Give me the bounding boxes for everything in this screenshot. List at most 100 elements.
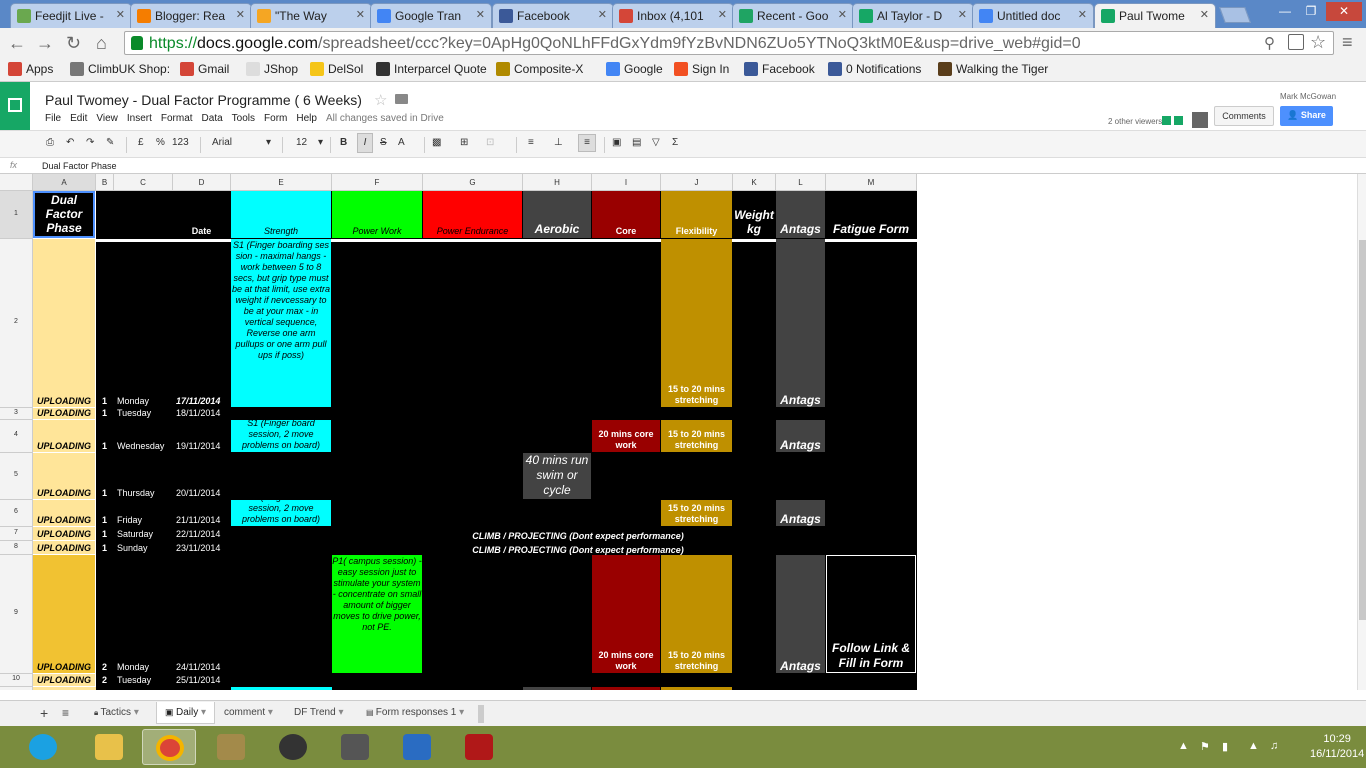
partial-cell[interactable] — [231, 687, 332, 690]
day-cell[interactable]: Saturday — [114, 527, 172, 540]
date-cell[interactable]: 22/11/2014 — [173, 527, 230, 540]
redo-icon[interactable]: ↷ — [86, 137, 94, 148]
row-header[interactable]: 3 — [0, 408, 33, 420]
header-cell-aerobic[interactable]: Aerobic — [523, 191, 591, 238]
menu-item[interactable]: Edit — [70, 113, 87, 124]
font-select[interactable]: Arial — [212, 137, 232, 148]
power-cell[interactable]: P1( campus session) - easy session just … — [332, 555, 422, 673]
folder-icon[interactable] — [395, 94, 408, 104]
row-header[interactable]: 4 — [0, 420, 33, 453]
day-cell[interactable]: Thursday — [114, 453, 172, 499]
phase-cell[interactable]: UPLOADING — [33, 420, 95, 452]
vertical-scrollbar[interactable] — [1357, 174, 1366, 690]
day-cell[interactable]: Friday — [114, 500, 172, 526]
bold-button[interactable]: B — [340, 137, 347, 148]
extension-icon[interactable] — [1288, 34, 1304, 50]
reload-icon[interactable]: ↻ — [66, 33, 81, 54]
antags-cell[interactable]: Antags — [776, 239, 825, 407]
column-header[interactable]: D — [173, 174, 231, 191]
close-tab-icon[interactable]: ✕ — [476, 8, 485, 21]
phase-cell[interactable]: UPLOADING — [33, 674, 95, 686]
phase-cell[interactable]: UPLOADING — [33, 555, 95, 673]
app-icon[interactable] — [204, 729, 258, 765]
browser-tab[interactable]: Recent - Goo ✕ — [732, 3, 854, 28]
row-header[interactable]: 2 — [0, 239, 33, 408]
text-color-button[interactable]: A — [398, 137, 405, 148]
close-tab-icon[interactable]: ✕ — [356, 8, 365, 21]
italic-button[interactable]: I — [357, 133, 373, 153]
column-header[interactable]: G — [423, 174, 523, 191]
volume-icon[interactable]: ♫ — [1270, 740, 1278, 752]
vertical-align-icon[interactable]: ⊥ — [554, 137, 563, 148]
battery-icon[interactable]: ▮ — [1222, 740, 1228, 753]
flag-icon[interactable]: ⚑ — [1200, 740, 1210, 753]
fill-color-icon[interactable]: ▩ — [432, 137, 441, 148]
menu-item[interactable]: Format — [161, 113, 193, 124]
back-icon[interactable]: ← — [8, 33, 26, 54]
core-cell[interactable]: 20 mins core work — [592, 420, 660, 452]
flexibility-cell[interactable]: 15 to 20 mins stretching — [661, 500, 732, 526]
column-header[interactable]: M — [826, 174, 917, 191]
column-header[interactable]: I — [592, 174, 661, 191]
row-header[interactable]: 1 — [0, 191, 33, 239]
menu-item[interactable]: Insert — [127, 113, 152, 124]
date-cell[interactable]: 23/11/2014 — [173, 541, 230, 554]
add-sheet-button[interactable]: + — [32, 700, 56, 722]
close-tab-icon[interactable]: ✕ — [1200, 8, 1209, 21]
show-hidden-icons-icon[interactable]: ▲ — [1178, 740, 1189, 752]
align-left-icon[interactable]: ≡ — [528, 137, 534, 148]
row-header[interactable]: 7 — [0, 527, 33, 541]
sheet-tab[interactable]: ▤ Form responses 1 ▾ — [358, 702, 472, 724]
sheet-tab[interactable]: 🔒︎ Tactics ▾ — [86, 702, 147, 724]
bookmark-item[interactable]: 0 Notifications — [828, 62, 921, 76]
close-tab-icon[interactable]: ✕ — [838, 8, 847, 21]
sheet-tab[interactable]: ▣ Daily ▾ — [156, 702, 216, 724]
header-cell-power[interactable]: Power Work — [332, 191, 422, 238]
header-cell-fatigue[interactable]: Fatigue Form — [826, 191, 916, 238]
speaker-app-icon[interactable] — [266, 729, 320, 765]
menu-item[interactable]: Help — [296, 113, 317, 124]
print-icon[interactable]: ⎙ — [46, 137, 54, 148]
date-cell[interactable]: 17/11/2014 — [173, 239, 230, 407]
week-cell[interactable]: 1 — [96, 239, 113, 407]
strength-cell[interactable]: S1 (Finger boarding ses sion - maximal h… — [231, 239, 331, 407]
browser-tab[interactable]: Al Taylor - D ✕ — [852, 3, 974, 28]
doc-title[interactable]: Paul Twomey - Dual Factor Programme ( 6 … — [45, 92, 362, 108]
system-clock[interactable]: 10:29 16/11/2014 — [1310, 732, 1364, 762]
strikethrough-button[interactable]: S — [380, 137, 387, 148]
date-cell[interactable]: 20/11/2014 — [173, 453, 230, 499]
phase-cell[interactable]: UPLOADING — [33, 408, 95, 419]
row-header[interactable]: 6 — [0, 500, 33, 527]
file-explorer-icon[interactable] — [82, 729, 136, 765]
week-cell[interactable]: 1 — [96, 420, 113, 452]
filter-icon[interactable]: ▽ — [652, 137, 660, 148]
browser-tab[interactable]: Facebook ✕ — [492, 3, 614, 28]
functions-button[interactable]: Σ — [672, 137, 678, 148]
share-button[interactable]: 👤 Share — [1280, 106, 1333, 126]
week-cell[interactable]: 1 — [96, 541, 113, 554]
climb-cell[interactable]: CLIMB / PROJECTING (Dont expect performa… — [423, 541, 733, 555]
header-cell-core[interactable]: Core — [592, 191, 660, 238]
percent-format-button[interactable]: % — [156, 137, 165, 148]
column-header[interactable]: A — [33, 174, 96, 191]
select-all-corner[interactable] — [0, 174, 33, 191]
borders-icon[interactable]: ⊞ — [460, 137, 468, 148]
menu-item[interactable]: Data — [202, 113, 223, 124]
close-tab-icon[interactable]: ✕ — [718, 8, 727, 21]
network-icon[interactable]: ▲ — [1248, 740, 1259, 752]
flexibility-cell[interactable]: 15 to 20 mins stretching — [661, 239, 732, 407]
close-tab-icon[interactable]: ✕ — [598, 8, 607, 21]
chevron-down-icon[interactable]: ▾ — [266, 137, 271, 148]
viewer-avatar[interactable] — [1174, 116, 1183, 125]
antags-cell[interactable]: Antags — [776, 500, 825, 526]
zoom-icon[interactable]: ⚲ — [1264, 34, 1275, 52]
partial-cell[interactable] — [661, 687, 732, 690]
menu-item[interactable]: View — [96, 113, 118, 124]
bookmark-item[interactable]: Facebook — [744, 62, 815, 76]
chevron-down-icon[interactable]: ▾ — [131, 707, 139, 718]
browser-tab[interactable]: "The Way ✕ — [250, 3, 372, 28]
chrome-icon[interactable] — [142, 729, 196, 765]
tabs-scroll-handle[interactable] — [478, 705, 484, 723]
core-cell[interactable]: 20 mins core work — [592, 555, 660, 673]
partial-cell[interactable] — [592, 687, 660, 690]
